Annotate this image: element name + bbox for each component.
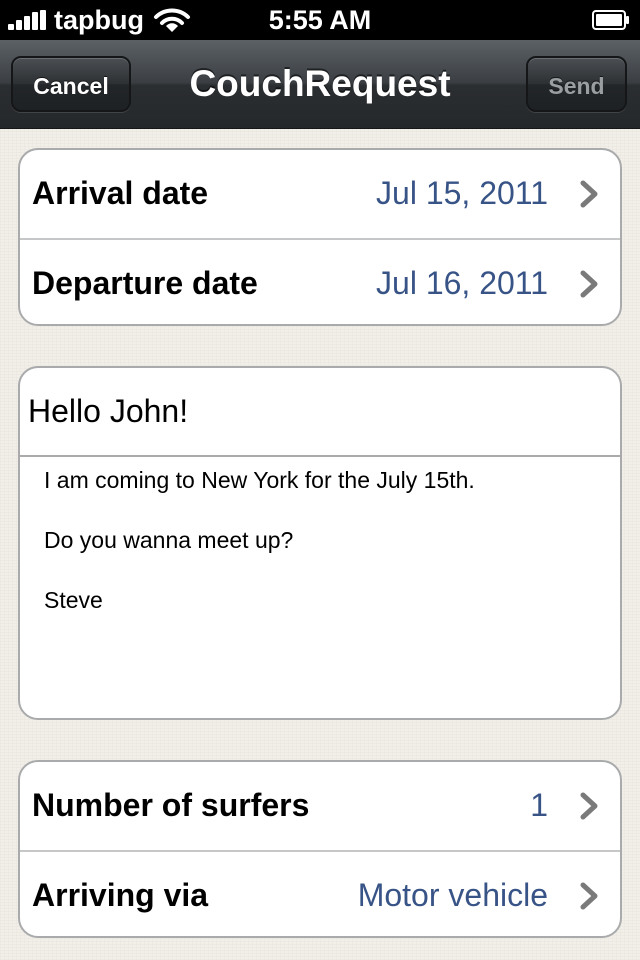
chevron-right-icon (580, 270, 598, 298)
message-group: Hello John! I am coming to New York for … (18, 366, 622, 720)
number-of-surfers-value: 1 (530, 787, 548, 823)
chevron-right-icon (580, 792, 598, 820)
status-bar: tapbug 5:55 AM (0, 0, 640, 40)
dates-group: Arrival date Jul 15, 2011 Departure date… (18, 148, 622, 326)
arrival-date-label: Arrival date (32, 175, 209, 211)
send-button[interactable]: Send (526, 56, 627, 112)
status-time: 5:55 AM (268, 5, 372, 35)
departure-date-label: Departure date (32, 265, 258, 301)
message-line: I am coming to New York for the July 15t… (44, 467, 475, 493)
options-group: Number of surfers 1 Arriving via Motor v… (18, 760, 622, 938)
message-divider (20, 455, 620, 457)
number-of-surfers-row[interactable]: Number of surfers 1 (20, 762, 620, 850)
arriving-via-label: Arriving via (32, 877, 209, 913)
departure-date-row[interactable]: Departure date Jul 16, 2011 (20, 238, 620, 324)
navigation-bar: CouchRequest Cancel Send (0, 40, 640, 129)
number-of-surfers-label: Number of surfers (32, 787, 310, 823)
chevron-right-icon (580, 882, 598, 910)
message-line: Do you wanna meet up? (44, 527, 294, 553)
departure-date-value: Jul 16, 2011 (376, 265, 548, 301)
cancel-button[interactable]: Cancel (11, 56, 131, 112)
subject-field[interactable]: Hello John! (28, 368, 608, 455)
arriving-via-row[interactable]: Arriving via Motor vehicle (20, 850, 620, 936)
battery-icon (592, 10, 629, 30)
arrival-date-row[interactable]: Arrival date Jul 15, 2011 (20, 150, 620, 238)
message-line: Steve (44, 587, 103, 613)
arrival-date-value: Jul 15, 2011 (376, 175, 548, 211)
arriving-via-value: Motor vehicle (357, 877, 548, 913)
chevron-right-icon (580, 180, 598, 208)
